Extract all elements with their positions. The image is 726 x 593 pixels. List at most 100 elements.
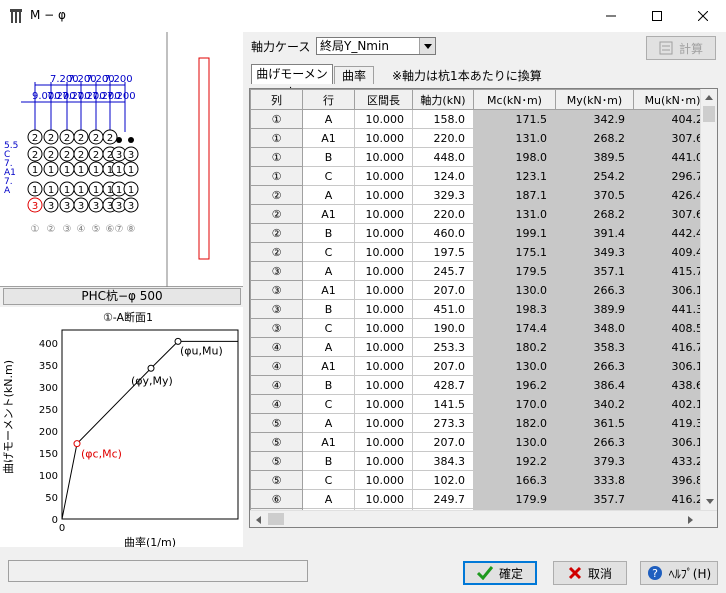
grid-cell[interactable]: A [302,337,355,357]
table-row[interactable]: ⑤ B 10.000 384.3 192.2 379.3 433.2 [250,451,712,471]
grid-header-4[interactable]: Mc(kN･m) [473,89,556,110]
axial-case-select[interactable]: 終局Y_Nmin [316,37,436,55]
grid-cell[interactable]: 384.3 [412,451,474,471]
grid-cell[interactable]: 10.000 [354,261,413,281]
table-row[interactable]: ① A1 10.000 220.0 131.0 268.2 307.6 [250,128,712,148]
grid-cell[interactable]: 10.000 [354,318,413,338]
grid-cell[interactable]: C [302,394,355,414]
grid-header-3[interactable]: 軸力(kN) [412,89,474,110]
grid-cell[interactable]: 245.7 [412,261,474,281]
grid-cell[interactable]: 451.0 [412,299,474,319]
grid-cell[interactable]: A [302,489,355,509]
grid-cell[interactable]: 370.5 [555,185,634,205]
grid-cell[interactable]: ② [250,223,303,243]
grid-cell[interactable]: 358.3 [555,337,634,357]
grid-cell[interactable]: 10.000 [354,299,413,319]
grid-cell[interactable]: 10.000 [354,375,413,395]
grid-cell[interactable]: 220.0 [412,128,474,148]
grid-cell[interactable]: 329.3 [412,185,474,205]
grid-cell[interactable]: 333.8 [555,470,634,490]
grid-cell[interactable]: ① [250,147,303,167]
grid-cell[interactable]: 10.000 [354,432,413,452]
table-row[interactable]: ④ A 10.000 253.3 180.2 358.3 416.7 [250,337,712,357]
grid-cell[interactable]: 340.2 [555,394,634,414]
grid-cell[interactable]: 166.3 [473,470,556,490]
grid-cell[interactable]: 10.000 [354,470,413,490]
grid-cell[interactable]: 10.000 [354,147,413,167]
grid-cell[interactable]: B [302,451,355,471]
grid-cell[interactable]: 10.000 [354,489,413,509]
table-row[interactable]: ② A 10.000 329.3 187.1 370.5 426.4 [250,185,712,205]
scroll-up-icon[interactable] [701,89,717,106]
dropdown-arrow-icon[interactable] [419,38,435,54]
grid-cell[interactable]: ② [250,204,303,224]
grid-cell[interactable]: 249.7 [412,489,474,509]
grid-cell[interactable]: 123.1 [473,166,556,186]
table-row[interactable]: ③ A 10.000 245.7 179.5 357.1 415.7 [250,261,712,281]
grid-cell[interactable]: 175.1 [473,242,556,262]
grid-header-1[interactable]: 行 [302,89,355,110]
table-row[interactable]: ④ A1 10.000 207.0 130.0 266.3 306.1 [250,356,712,376]
close-button[interactable] [680,0,726,32]
grid-cell[interactable]: 179.5 [473,261,556,281]
grid-cell[interactable]: ④ [250,337,303,357]
grid-cell[interactable]: C [302,242,355,262]
grid-cell[interactable]: 192.2 [473,451,556,471]
grid-cell[interactable]: C [302,166,355,186]
scroll-left-icon[interactable] [250,511,267,527]
ok-button[interactable]: 確定 [463,561,537,585]
grid-cell[interactable]: 171.5 [473,109,556,129]
grid-cell[interactable]: 10.000 [354,204,413,224]
grid-cell[interactable]: ⑤ [250,470,303,490]
table-row[interactable]: ② A1 10.000 220.0 131.0 268.2 307.6 [250,204,712,224]
grid-cell[interactable]: 10.000 [354,394,413,414]
grid-cell[interactable]: B [302,223,355,243]
grid-cell[interactable]: 460.0 [412,223,474,243]
grid-cell[interactable]: 10.000 [354,128,413,148]
grid-cell[interactable]: 220.0 [412,204,474,224]
grid-cell[interactable]: A1 [302,128,355,148]
table-row[interactable]: ① A 10.000 158.0 171.5 342.9 404.2 [250,109,712,129]
grid-cell[interactable]: 268.2 [555,204,634,224]
grid-cell[interactable]: 130.0 [473,280,556,300]
grid-cell[interactable]: 207.0 [412,356,474,376]
grid-cell[interactable]: ④ [250,375,303,395]
grid-cell[interactable]: 10.000 [354,166,413,186]
grid-cell[interactable]: 170.0 [473,394,556,414]
grid-cell[interactable]: 391.4 [555,223,634,243]
grid-cell[interactable]: 266.3 [555,432,634,452]
grid-cell[interactable]: 10.000 [354,356,413,376]
tab-curvature[interactable]: 曲率 [334,66,374,84]
grid-cell[interactable]: 357.7 [555,489,634,509]
grid-cell[interactable]: 273.3 [412,413,474,433]
grid-cell[interactable]: ① [250,109,303,129]
grid-cell[interactable]: 158.0 [412,109,474,129]
horizontal-scrollbar[interactable] [250,510,717,527]
grid-cell[interactable]: ③ [250,318,303,338]
grid-cell[interactable]: 348.0 [555,318,634,338]
grid-cell[interactable]: 266.3 [555,356,634,376]
grid-cell[interactable]: 207.0 [412,280,474,300]
grid-cell[interactable]: 207.0 [412,432,474,452]
maximize-button[interactable] [634,0,680,32]
grid-cell[interactable]: 197.5 [412,242,474,262]
grid-cell[interactable]: 198.3 [473,299,556,319]
results-grid[interactable]: 列行区間長 軸力(kN) Mc(kN･m) My(kN･m) Mu(kN･m) ① A 10… [249,88,718,528]
grid-cell[interactable]: 10.000 [354,337,413,357]
scroll-right-icon[interactable] [682,511,699,527]
cancel-button[interactable]: 取消 [553,561,627,585]
grid-cell[interactable]: ④ [250,356,303,376]
grid-cell[interactable]: A1 [302,432,355,452]
grid-cell[interactable]: A [302,109,355,129]
grid-cell[interactable]: 130.0 [473,356,556,376]
vertical-scroll-thumb[interactable] [703,106,715,122]
grid-cell[interactable]: 10.000 [354,223,413,243]
grid-cell[interactable]: ③ [250,261,303,281]
grid-cell[interactable]: 10.000 [354,185,413,205]
grid-cell[interactable]: 187.1 [473,185,556,205]
grid-cell[interactable]: 10.000 [354,451,413,471]
grid-cell[interactable]: 266.3 [555,280,634,300]
table-row[interactable]: ② B 10.000 460.0 199.1 391.4 442.4 [250,223,712,243]
grid-cell[interactable]: ④ [250,394,303,414]
table-row[interactable]: ④ B 10.000 428.7 196.2 386.4 438.6 [250,375,712,395]
